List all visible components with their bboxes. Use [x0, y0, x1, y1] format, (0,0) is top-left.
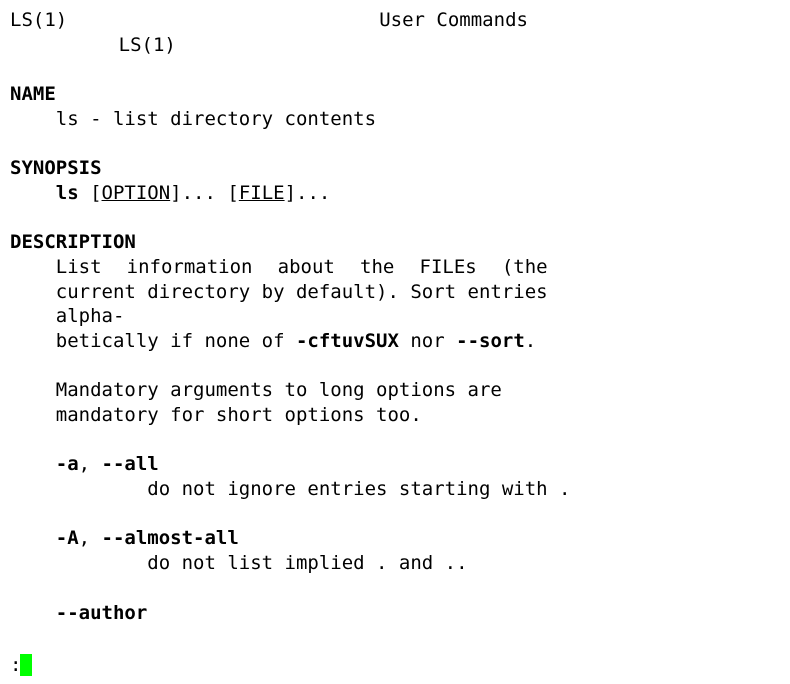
header-left: LS(1) — [10, 8, 67, 33]
description-flags1: -cftuvSUX — [296, 330, 399, 352]
synopsis-cmd: ls — [56, 182, 79, 204]
option-a-short: -a — [56, 453, 79, 475]
option-a-sep: , — [79, 453, 102, 475]
description-p2b: mandatory for short options too. — [56, 403, 780, 428]
option-a-block: -a, --all — [56, 452, 780, 477]
cursor — [20, 654, 31, 677]
section-description-body: List information about the FILEs (the cu… — [10, 255, 780, 625]
section-synopsis-body: ls [OPTION]... [FILE]... — [10, 181, 780, 206]
section-name-body: ls - list directory contents — [10, 107, 780, 132]
option-a-long: --all — [102, 453, 159, 475]
synopsis-open1: [ — [79, 182, 102, 204]
description-p1a: List information about the FILEs (the cu… — [56, 255, 548, 329]
option-A-desc: do not list implied . and .. — [56, 551, 780, 576]
description-p2a: Mandatory arguments to long options are — [56, 378, 780, 403]
header-center: User Commands — [67, 8, 780, 33]
option-A-long: --almost-all — [102, 527, 239, 549]
synopsis-close2: ]... — [285, 182, 331, 204]
section-synopsis-heading: SYNOPSIS — [10, 156, 780, 181]
synopsis-arg2: FILE — [239, 182, 285, 204]
option-a-desc: do not ignore entries starting with . — [56, 477, 780, 502]
pager-prompt[interactable]: : — [10, 653, 32, 678]
synopsis-mid: ]... [ — [170, 182, 239, 204]
header-right: LS(1) — [10, 33, 780, 58]
option-author-block: --author — [56, 601, 780, 626]
description-p1b: betically if none of — [56, 330, 296, 352]
section-name-heading: NAME — [10, 82, 780, 107]
description-flags2: --sort — [456, 330, 525, 352]
option-A-sep: , — [79, 527, 102, 549]
description-p1c: nor — [399, 330, 456, 352]
description-p1b-line: betically if none of -cftuvSUX nor --sor… — [56, 329, 780, 354]
synopsis-arg1: OPTION — [102, 182, 171, 204]
option-A-block: -A, --almost-all — [56, 526, 780, 551]
description-p1d: . — [525, 330, 536, 352]
option-A-short: -A — [56, 527, 79, 549]
section-description-heading: DESCRIPTION — [10, 230, 780, 255]
manpage-header: LS(1) User Commands — [10, 8, 780, 33]
option-author-long: --author — [56, 602, 148, 624]
